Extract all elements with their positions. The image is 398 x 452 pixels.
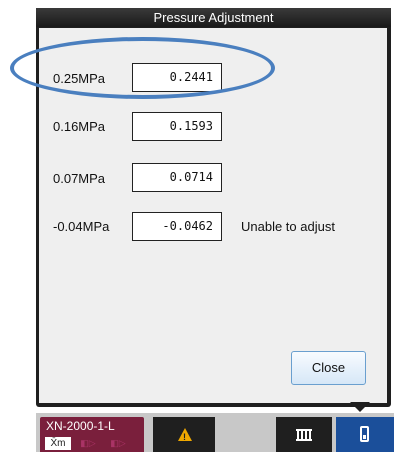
pressure-label-1: 0.16MPa [53, 119, 106, 134]
warning-mark: ! [183, 432, 186, 442]
pressure-value-1[interactable]: 0.1593 [132, 112, 222, 141]
pressure-label-2: 0.07MPa [53, 171, 106, 186]
pressure-label-3: -0.04MPa [53, 219, 110, 234]
warning-button[interactable]: ! [153, 417, 215, 452]
rack-icon [296, 429, 312, 441]
device-mode-badge: X̄m [45, 437, 71, 450]
play-icon: ◧▷ [110, 438, 126, 448]
close-button[interactable]: Close [291, 351, 366, 385]
highlight-ring [10, 37, 275, 99]
rack-button[interactable] [276, 417, 332, 452]
dialog-title: Pressure Adjustment [36, 8, 391, 27]
dialog-pointer [350, 402, 370, 412]
taskbar: XN-2000-1-L X̄m ◧▷ ◧▷ ! [36, 413, 394, 452]
sample-tube-icon [360, 426, 369, 442]
pressure-value-3[interactable]: -0.0462 [132, 212, 222, 241]
pressure-value-2[interactable]: 0.0714 [132, 163, 222, 192]
device-tab[interactable]: XN-2000-1-L X̄m ◧▷ ◧▷ [40, 417, 144, 452]
unable-to-adjust-note: Unable to adjust [241, 219, 335, 234]
play-icon: ◧▷ [80, 438, 96, 448]
device-name: XN-2000-1-L [46, 419, 115, 433]
sample-button[interactable] [336, 417, 394, 452]
